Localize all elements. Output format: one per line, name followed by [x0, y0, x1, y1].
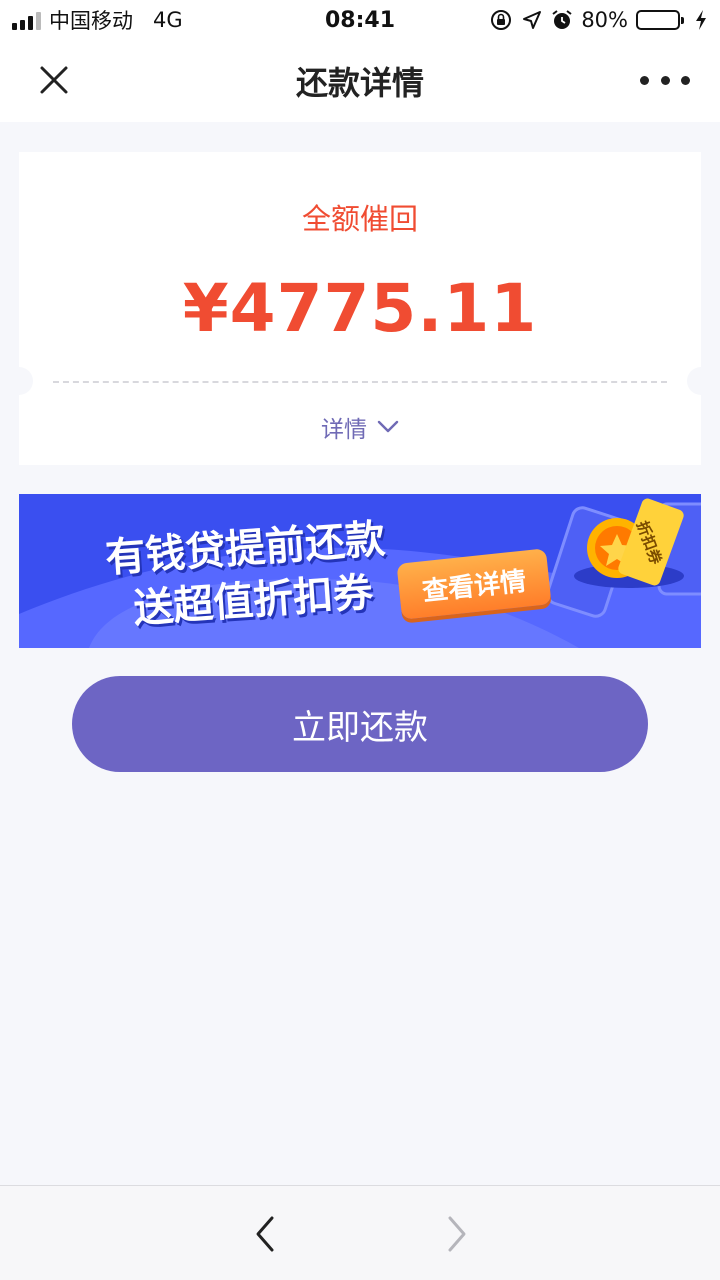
page-title: 还款详情 — [295, 64, 424, 102]
detail-toggle[interactable]: 详情 — [19, 410, 701, 444]
orientation-lock-icon — [491, 10, 512, 30]
location-icon — [523, 11, 542, 29]
card-notch-left — [5, 367, 33, 395]
repayment-amount: ¥4775.11 — [182, 270, 538, 347]
repayment-card: 全额催回 ¥4775.11 详情 — [5, 152, 715, 465]
status-left: 中国移动 4G — [12, 5, 183, 35]
pay-now-button[interactable]: 立即还款 — [72, 676, 648, 772]
battery-percent: 80% — [581, 8, 628, 32]
carrier-name: 中国移动 — [49, 9, 133, 33]
signal-icon — [12, 10, 41, 30]
close-icon[interactable] — [34, 60, 74, 100]
nav-bar: 还款详情 — [0, 40, 720, 122]
repayment-status: 全额催回 — [301, 202, 418, 236]
more-icon[interactable] — [640, 60, 690, 100]
card-notch-right — [687, 367, 715, 395]
card-divider — [53, 381, 667, 383]
promo-banner[interactable]: 折扣券 有钱贷提前还款 送超值折扣券 查看详情 — [19, 494, 701, 648]
chevron-down-icon — [377, 420, 399, 433]
chevron-left-icon[interactable] — [248, 1214, 284, 1254]
status-right: 80% — [489, 8, 708, 32]
chevron-right-icon[interactable] — [438, 1214, 474, 1254]
alarm-icon — [552, 10, 572, 29]
network-type: 4G — [153, 8, 183, 32]
battery-icon — [636, 10, 684, 30]
bottom-toolbar — [0, 1185, 720, 1280]
status-bar: 中国移动 4G 08:41 80% — [0, 0, 720, 40]
detail-label: 详情 — [321, 417, 367, 443]
charging-icon — [696, 10, 706, 30]
